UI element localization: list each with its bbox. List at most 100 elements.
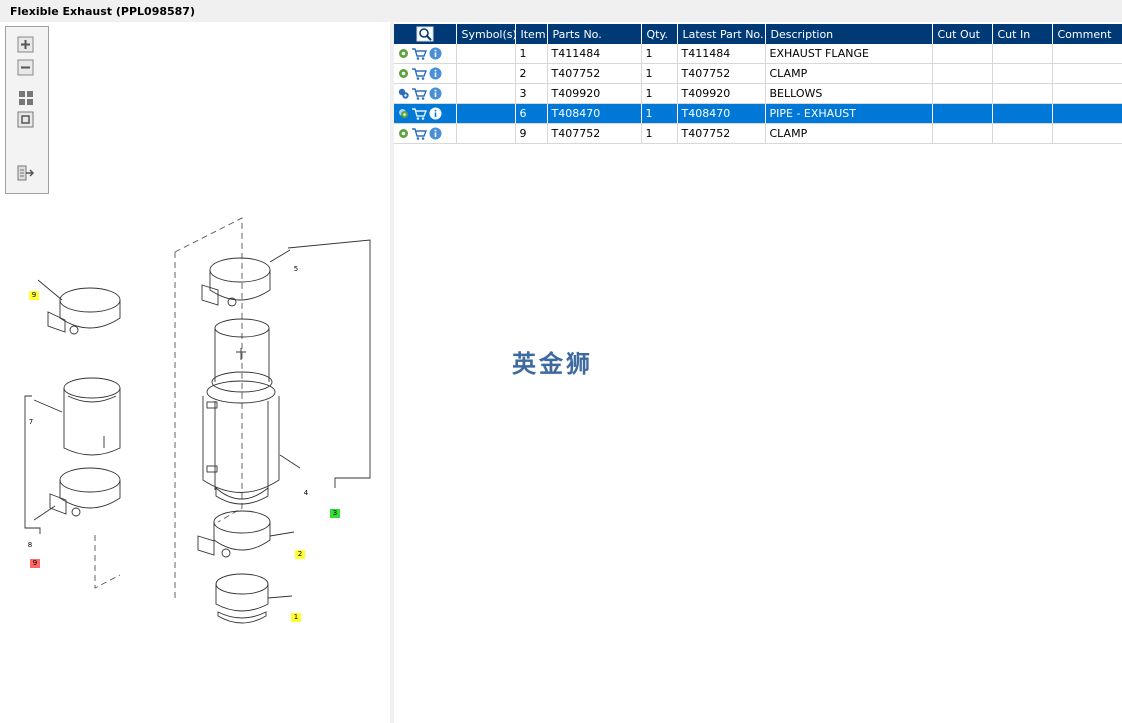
cell-symbols (456, 123, 516, 144)
window-title: Flexible Exhaust (PPL098587) (10, 5, 195, 18)
cart-icon[interactable] (411, 67, 427, 81)
clamp-part-9 (37, 279, 121, 335)
cell-part-no: T408470 (547, 103, 642, 124)
search-parts-icon (416, 26, 434, 42)
cell-item: 6 (515, 103, 548, 124)
column-header-description[interactable]: Description (765, 24, 933, 44)
table-row[interactable]: 1 T411484 1 T411484 EXHAUST FLANGE (394, 44, 1122, 64)
cell-comment (1052, 103, 1122, 124)
cell-comment (1052, 83, 1122, 104)
callout-3[interactable]: 3 (330, 509, 340, 518)
cell-latest-part-no: T407752 (677, 63, 766, 84)
row-actions (394, 83, 457, 104)
callout-9-red[interactable]: 9 (30, 559, 40, 568)
cell-part-no: T411484 (547, 44, 642, 64)
info-icon[interactable] (429, 67, 442, 80)
cell-cut-in (992, 63, 1053, 84)
gear-icon[interactable] (398, 48, 409, 59)
cell-qty: 1 (641, 63, 678, 84)
info-icon[interactable] (429, 107, 442, 120)
column-header-comment[interactable]: Comment (1052, 24, 1122, 44)
cell-item: 2 (515, 63, 548, 84)
cell-description: CLAMP (765, 123, 933, 144)
gear-icon[interactable] (398, 128, 409, 139)
title-bar: Flexible Exhaust (PPL098587) (0, 0, 1122, 22)
callout-1[interactable]: 1 (291, 613, 301, 622)
column-header-latest-part-no[interactable]: Latest Part No. (677, 24, 766, 44)
column-header-item[interactable]: Item (515, 24, 548, 44)
parts-list-pane: Symbol(s) Item Parts No. Qty. Latest Par… (394, 22, 1122, 723)
callout-5[interactable]: 5 (291, 265, 301, 274)
cell-description: CLAMP (765, 63, 933, 84)
cart-icon[interactable] (411, 47, 427, 61)
row-actions (394, 44, 457, 64)
fit-page-button[interactable] (16, 110, 36, 130)
cell-latest-part-no: T408470 (677, 103, 766, 124)
cell-cut-in (992, 83, 1053, 104)
gears-icon[interactable] (398, 88, 409, 99)
clamp-part-8 (49, 467, 121, 517)
cart-icon[interactable] (411, 127, 427, 141)
cell-latest-part-no: T411484 (677, 44, 766, 64)
column-header-qty[interactable]: Qty. (641, 24, 678, 44)
info-icon[interactable] (429, 127, 442, 140)
column-header-cut-in[interactable]: Cut In (992, 24, 1053, 44)
fit-all-icon (19, 91, 33, 105)
cell-symbols (456, 44, 516, 64)
cell-cut-out (932, 83, 993, 104)
table-row-selected[interactable]: 6 T408470 1 T408470 PIPE - EXHAUST (394, 103, 1122, 124)
gear-search-icon[interactable] (398, 108, 409, 119)
cell-part-no: T407752 (547, 123, 642, 144)
cell-description: BELLOWS (765, 83, 933, 104)
cell-qty: 1 (641, 103, 678, 124)
zoom-in-icon (17, 36, 34, 53)
column-header-actions[interactable] (394, 24, 457, 44)
cell-latest-part-no: T407752 (677, 123, 766, 144)
flange-part-1 (215, 573, 293, 624)
cell-cut-out (932, 123, 993, 144)
zoom-in-button[interactable] (16, 35, 36, 55)
clamp-part-2 (197, 510, 295, 558)
cell-symbols (456, 63, 516, 84)
cell-part-no: T409920 (547, 83, 642, 104)
table-row[interactable]: 3 T409920 1 T409920 BELLOWS (394, 83, 1122, 104)
gear-icon[interactable] (398, 68, 409, 79)
cart-icon[interactable] (411, 107, 427, 121)
cart-icon[interactable] (411, 87, 427, 101)
zoom-out-button[interactable] (16, 58, 36, 78)
cell-item: 1 (515, 44, 548, 64)
pipe-exhaust-part (202, 318, 280, 505)
callout-7[interactable]: 7 (26, 418, 36, 427)
column-header-parts-no[interactable]: Parts No. (547, 24, 642, 44)
table-row[interactable]: 2 T407752 1 T407752 CLAMP (394, 63, 1122, 84)
callout-2[interactable]: 2 (295, 550, 305, 559)
row-actions (394, 123, 457, 144)
info-icon[interactable] (429, 87, 442, 100)
cell-cut-in (992, 103, 1053, 124)
callout-9[interactable]: 9 (29, 291, 39, 300)
watermark: 英金狮 (512, 350, 593, 378)
info-icon[interactable] (429, 47, 442, 60)
cell-comment (1052, 123, 1122, 144)
column-header-cut-out[interactable]: Cut Out (932, 24, 993, 44)
exploded-view-drawing[interactable] (0, 22, 390, 723)
drawing-pane[interactable]: 9 7 8 9 5 4 3 2 1 (0, 22, 390, 723)
cell-cut-in (992, 44, 1053, 64)
callout-8[interactable]: 8 (25, 541, 35, 550)
table-row[interactable]: 9 T407752 1 T407752 CLAMP (394, 123, 1122, 144)
fit-page-icon (17, 111, 34, 128)
zoom-out-icon (17, 59, 34, 76)
export-button[interactable] (16, 163, 36, 183)
cell-cut-out (932, 63, 993, 84)
column-header-symbols[interactable]: Symbol(s) (456, 24, 516, 44)
fit-all-button[interactable] (16, 88, 36, 108)
cell-symbols (456, 103, 516, 124)
row-actions (394, 63, 457, 84)
cell-symbols (456, 83, 516, 104)
table-header-row: Symbol(s) Item Parts No. Qty. Latest Par… (394, 24, 1122, 44)
drawing-toolbar (5, 26, 49, 194)
cell-item: 3 (515, 83, 548, 104)
row-actions (394, 103, 457, 124)
callout-4[interactable]: 4 (301, 489, 311, 498)
cell-comment (1052, 44, 1122, 64)
